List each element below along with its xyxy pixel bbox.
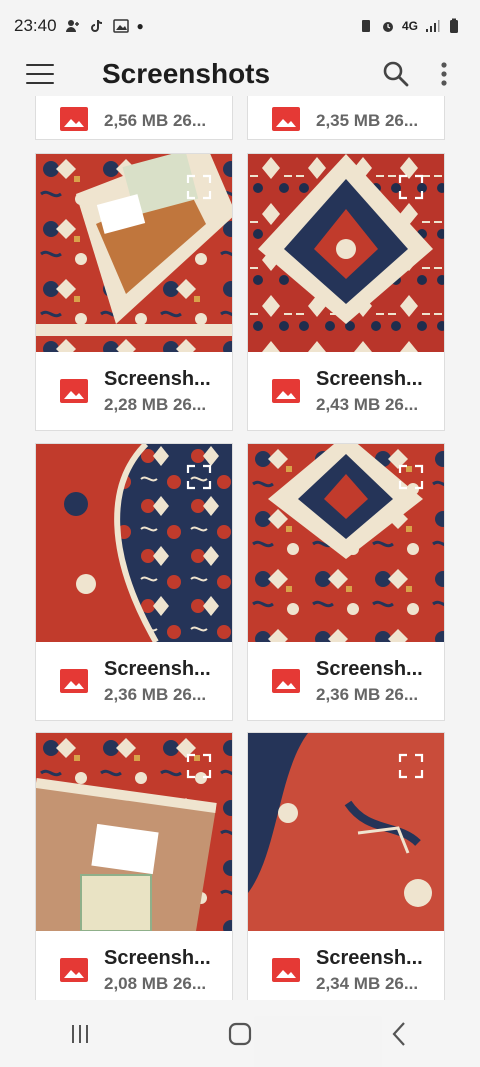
file-name: Screensh... [316, 657, 423, 680]
battery-icon [450, 18, 458, 33]
thumbnail[interactable] [248, 733, 444, 931]
file-grid: 2,56 MB 26... 2,35 MB 26... Screensh... … [0, 96, 480, 1000]
menu-icon[interactable] [26, 64, 54, 84]
thumbnail[interactable] [36, 154, 232, 352]
status-bar: 23:40 ● 4G [0, 0, 480, 52]
file-size: 2,34 MB 26... [316, 973, 419, 993]
file-name: Screensh... [104, 657, 211, 680]
file-size: 2,36 MB 26... [316, 684, 419, 704]
file-card[interactable]: Screensh... 2,08 MB 26... [35, 732, 233, 1000]
image-file-icon [60, 107, 88, 131]
notification-dot-icon: ● [136, 19, 144, 33]
signal-icon [426, 20, 440, 32]
file-name: Screensh... [316, 367, 423, 390]
image-file-icon [272, 958, 300, 982]
home-icon[interactable] [220, 1014, 260, 1054]
expand-icon[interactable] [186, 753, 212, 779]
file-name: Screensh... [104, 946, 211, 969]
expand-icon[interactable] [186, 174, 212, 200]
back-icon[interactable] [380, 1014, 420, 1054]
expand-icon[interactable] [398, 753, 424, 779]
file-card[interactable]: Screensh... 2,36 MB 26... [35, 443, 233, 721]
image-file-icon [272, 379, 300, 403]
status-time: 23:40 [14, 16, 57, 35]
battery-saver-icon [361, 20, 370, 32]
thumbnail[interactable] [248, 444, 444, 642]
file-size: 2,35 MB 26... [316, 111, 419, 130]
file-card[interactable]: 2,35 MB 26... [247, 96, 445, 140]
file-card[interactable]: Screensh... 2,43 MB 26... [247, 153, 445, 431]
expand-icon[interactable] [186, 464, 212, 490]
app-bar: Screenshots [0, 52, 480, 96]
file-card[interactable]: 2,56 MB 26... [35, 96, 233, 140]
search-icon[interactable] [382, 60, 410, 88]
expand-icon[interactable] [398, 174, 424, 200]
thumbnail[interactable] [36, 444, 232, 642]
image-file-icon [272, 669, 300, 693]
alarm-icon [382, 22, 393, 32]
file-size: 2,56 MB 26... [104, 111, 207, 130]
file-card[interactable]: Screensh... 2,28 MB 26... [35, 153, 233, 431]
gallery-icon [112, 19, 129, 33]
more-vert-icon[interactable] [430, 60, 458, 88]
recents-icon[interactable] [60, 1014, 100, 1054]
expand-icon[interactable] [398, 464, 424, 490]
network-type: 4G [401, 19, 418, 33]
image-file-icon [60, 958, 88, 982]
file-size: 2,36 MB 26... [104, 684, 207, 704]
contact-icon [65, 20, 79, 32]
image-file-icon [272, 107, 300, 131]
system-nav-bar [0, 1000, 480, 1067]
file-size: 2,43 MB 26... [316, 394, 419, 414]
file-name: Screensh... [316, 946, 423, 969]
image-file-icon [60, 379, 88, 403]
file-size: 2,28 MB 26... [104, 394, 207, 414]
page-title: Screenshots [102, 58, 271, 89]
thumbnail[interactable] [36, 733, 232, 931]
image-file-icon [60, 669, 88, 693]
tiktok-icon [90, 19, 102, 32]
file-card[interactable]: Screensh... 2,36 MB 26... [247, 443, 445, 721]
file-name: Screensh... [104, 367, 211, 390]
thumbnail[interactable] [248, 154, 444, 352]
file-card[interactable]: Screensh... 2,34 MB 26... [247, 732, 445, 1000]
file-size: 2,08 MB 26... [104, 973, 207, 993]
